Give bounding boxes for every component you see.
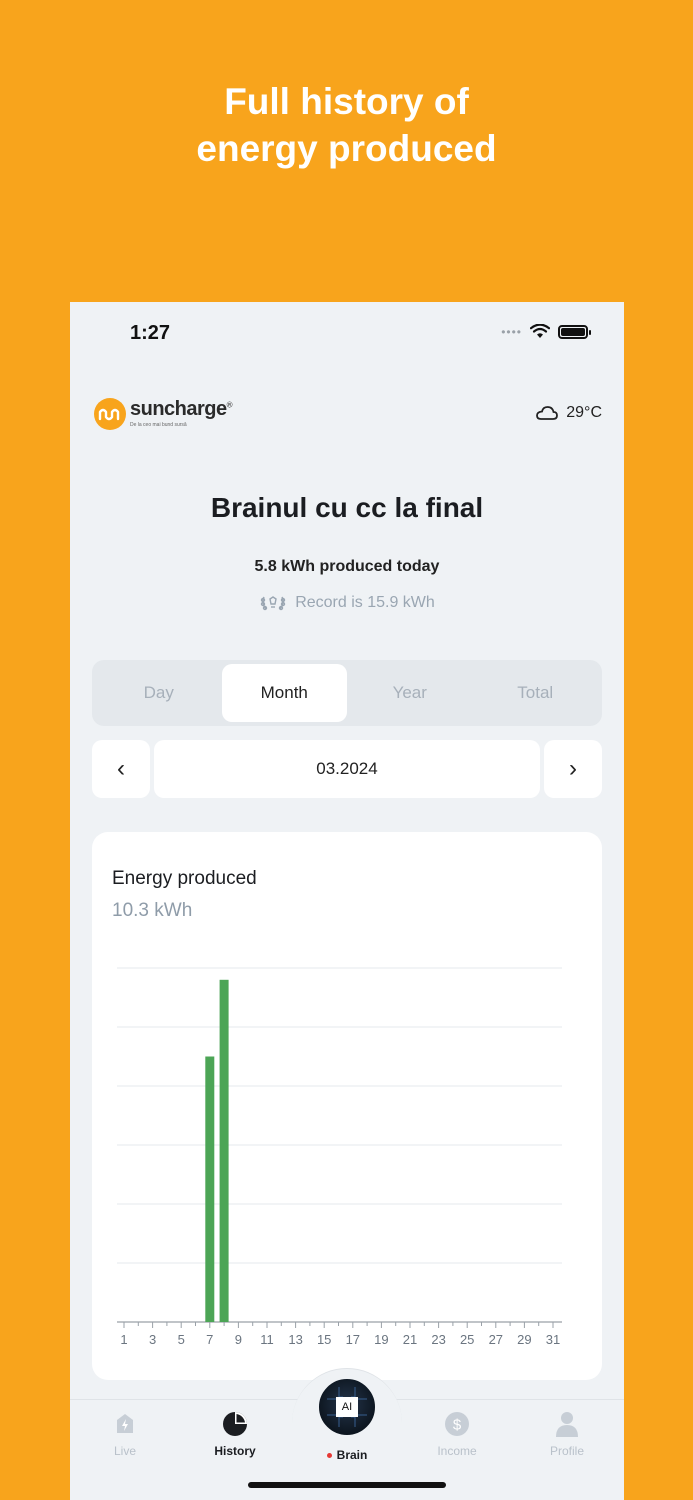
selected-month[interactable]: 03.2024 (154, 740, 540, 798)
energy-card: Energy produced 10.3 kWh 1 3 5 7 9 11 13 15 17 19… (92, 832, 602, 1380)
x-tick-label: 1 (120, 1332, 127, 1347)
x-tick-label: 29 (517, 1332, 531, 1347)
tab-month[interactable]: Month (221, 664, 347, 722)
tab-income[interactable]: $ Income (417, 1410, 497, 1458)
x-tick-label: 13 (288, 1332, 302, 1347)
dollar-icon: $ (445, 1412, 469, 1436)
tab-history[interactable]: History (195, 1410, 275, 1458)
wifi-icon (530, 324, 550, 338)
promo-title-line-1: Full history of (224, 81, 469, 122)
tab-history-label: History (214, 1444, 256, 1458)
phone-screen: 1:27 •••• suncharge® De la ceo mai bund … (70, 302, 624, 1500)
record-text: Record is 15.9 kWh (295, 594, 435, 611)
x-tick-label: 15 (317, 1332, 331, 1347)
laurel-icon (260, 596, 286, 611)
tab-profile-label: Profile (549, 1444, 584, 1458)
tab-income-label: Income (437, 1444, 477, 1458)
signal-icon: •••• (501, 325, 522, 339)
x-tick-label: 11 (260, 1332, 274, 1347)
period-tabs: Day Month Year Total (92, 660, 602, 726)
svg-text:$: $ (453, 1417, 462, 1434)
battery-icon (558, 325, 591, 339)
x-tick-label: 27 (489, 1332, 503, 1347)
tab-total[interactable]: Total (473, 664, 599, 722)
next-month-button[interactable]: › (544, 740, 602, 798)
x-tick-label: 25 (460, 1332, 474, 1347)
ai-chip-icon: AI (336, 1397, 358, 1417)
logo-sun-icon (94, 398, 126, 430)
lightning-icon (117, 1414, 133, 1433)
produced-today: 5.8 kWh produced today (254, 558, 440, 575)
weather-temp: 29°C (566, 404, 602, 421)
tab-day[interactable]: Day (96, 664, 222, 722)
promo-title-line-2: energy produced (196, 128, 497, 169)
tab-profile[interactable]: Profile (527, 1410, 607, 1458)
chevron-left-icon: ‹ (117, 755, 125, 782)
x-tick-label: 31 (546, 1332, 560, 1347)
promo-title: Full history of energy produced (0, 78, 693, 172)
x-tick-label: 5 (178, 1332, 185, 1347)
user-icon (556, 1412, 578, 1437)
site-name: Brainul cu cc la final (210, 492, 484, 523)
brand-name: suncharge® (130, 398, 233, 420)
bar-day-8 (219, 979, 229, 1322)
chevron-right-icon: › (569, 755, 577, 782)
tab-year[interactable]: Year (347, 664, 473, 722)
x-tick-label: 23 (431, 1332, 445, 1347)
tab-brain-label[interactable]: Brain (307, 1448, 387, 1462)
x-tick-label: 19 (374, 1332, 388, 1347)
tab-live[interactable]: Live (85, 1410, 165, 1458)
status-icons: •••• (501, 324, 591, 340)
brain-button[interactable]: AI (316, 1376, 378, 1438)
x-tick-label: 3 (149, 1332, 156, 1347)
tab-live-label: Live (113, 1444, 136, 1458)
pie-chart-icon (223, 1412, 247, 1436)
brand-logo: suncharge® De la ceo mai bund sursă (94, 398, 233, 430)
energy-bar-chart: 1 3 5 7 9 11 13 15 17 19 21 23 25 27 29 31 (117, 967, 562, 1347)
record: Record is 15.9 kWh (70, 594, 624, 612)
x-tick-label: 9 (235, 1332, 242, 1347)
previous-month-button[interactable]: ‹ (92, 740, 150, 798)
x-tick-label: 21 (403, 1332, 417, 1347)
bar-day-7 (205, 1056, 215, 1322)
brand-tagline: De la ceo mai bund sursă (130, 422, 187, 428)
x-tick-label: 7 (206, 1332, 213, 1347)
home-indicator (248, 1482, 446, 1488)
notification-dot (326, 1453, 332, 1459)
x-tick-label: 17 (346, 1332, 360, 1347)
bottom-tab-bar: Live History AI Brain $ Income Profile (70, 1368, 624, 1500)
date-selector: ‹ 03.2024 › (92, 740, 602, 800)
cloud-icon (536, 406, 559, 420)
weather: 29°C (536, 404, 602, 422)
status-time: 1:27 (130, 322, 171, 344)
